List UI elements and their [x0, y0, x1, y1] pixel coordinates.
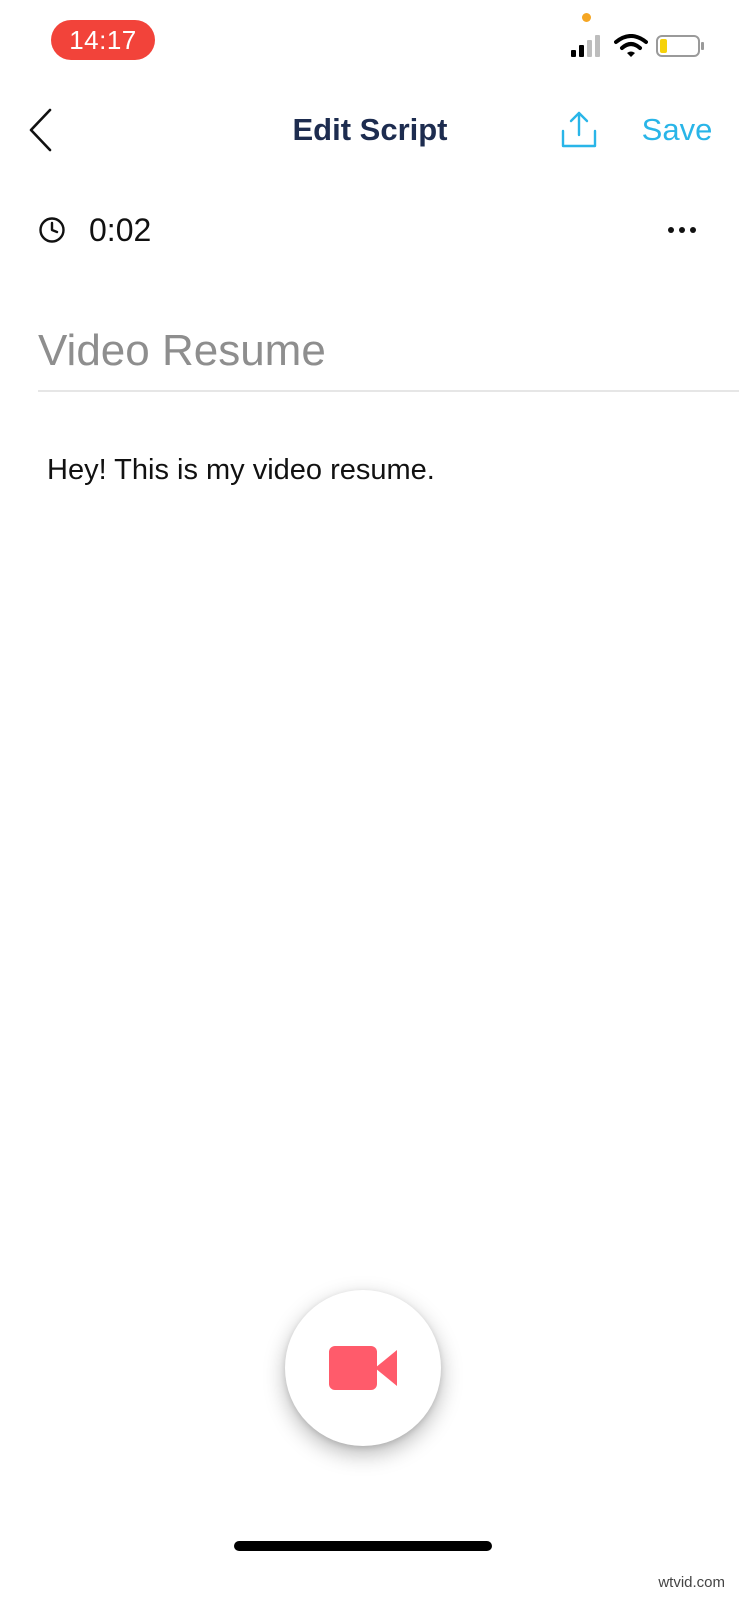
chevron-left-icon — [29, 108, 52, 152]
save-button[interactable]: Save — [632, 95, 722, 165]
back-button[interactable] — [20, 105, 70, 155]
share-icon — [561, 111, 597, 148]
wifi-icon — [614, 34, 648, 57]
microphone-indicator-dot — [582, 13, 591, 22]
script-title-input[interactable] — [38, 320, 688, 382]
status-bar: 14:17 — [0, 0, 739, 80]
script-title-field — [38, 320, 739, 392]
page-title: Edit Script — [292, 112, 448, 147]
battery-icon — [656, 35, 704, 57]
home-indicator — [234, 1541, 492, 1551]
share-button[interactable] — [558, 109, 600, 151]
more-horizontal-icon — [668, 227, 696, 233]
script-duration: 0:02 — [89, 212, 152, 248]
script-body-text[interactable]: Hey! This is my video resume. — [47, 450, 697, 490]
clock-icon — [39, 217, 65, 243]
duration-row: 0:02 — [0, 200, 739, 260]
status-time: 14:17 — [51, 20, 155, 60]
navigation-bar: Edit Script Save — [0, 95, 739, 165]
video-camera-icon — [329, 1346, 397, 1390]
watermark: wtvid.com — [658, 1574, 725, 1591]
record-video-button[interactable] — [285, 1290, 441, 1446]
more-options-button[interactable] — [664, 214, 700, 246]
signal-icon — [571, 35, 600, 57]
